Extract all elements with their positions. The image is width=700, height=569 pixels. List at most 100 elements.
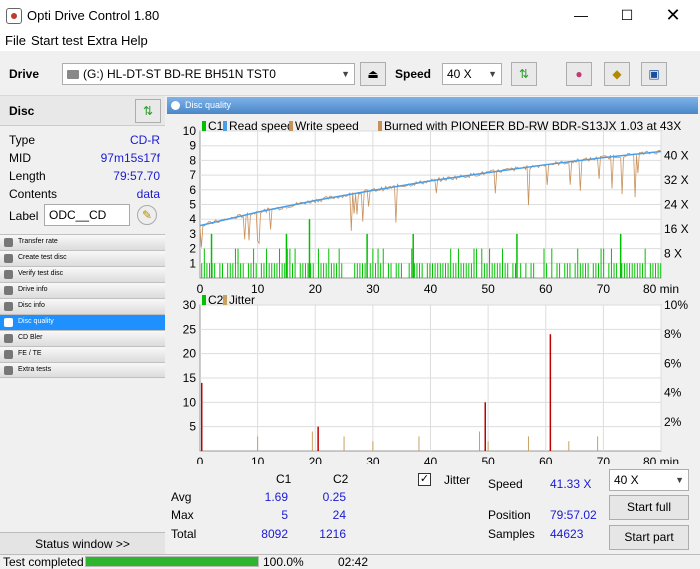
speed-select[interactable]: 40 X ▼ [442,63,502,85]
test-speed-select[interactable]: 40 X ▼ [609,469,689,491]
speed-result-label: Speed [488,477,523,491]
app-icon [6,8,22,24]
chart2-x-tick: 40 [424,455,438,464]
menu-extra[interactable]: Extra [87,33,117,48]
legend-c2-swatch [202,295,206,305]
chart1-x-tick: 40 [424,282,438,296]
legend-jitter-swatch [223,295,227,305]
position-value: 79:57.02 [550,508,597,522]
stats-total-c1: 8092 [261,527,288,541]
menu-start-test[interactable]: Start test [31,33,83,48]
stats-avg-label: Avg [171,490,192,504]
stats-total-label: Total [171,527,197,541]
nav-fe-te[interactable]: FE / TE [0,346,165,362]
disc-contents-value: data [136,187,160,201]
close-icon[interactable]: ✕ [650,0,696,31]
chart1-y-tick: 8 [189,153,196,167]
stats-max-c1: 5 [281,508,288,522]
nav-drive-info[interactable]: Drive info [0,282,165,298]
disc-type-value: CD-R [130,133,160,147]
chart1-y2-tick: 16 X [664,222,689,236]
save-button[interactable]: ▣ [641,62,667,86]
stats-col-c2: C2 [333,472,349,486]
jitter-checkbox[interactable]: ✓ [418,473,431,486]
erase-button[interactable]: ● [566,62,592,86]
chart2-y-tick: 5 [189,420,196,434]
chart2-y-tick: 10 [183,395,197,409]
legend-write-speed: Write speed [295,119,359,133]
disc-length-value: 79:57.70 [113,169,160,183]
chart1-y2-tick: 24 X [664,198,689,212]
start-full-button[interactable]: Start full [609,495,689,520]
chart1-y-tick: 7 [189,168,196,182]
stats-total-c2: 1216 [319,527,346,541]
charts: 12345678910 8 X16 X24 X32 X40 X 0 10 20 30 4… [183,119,689,464]
chart2-y-tick: 20 [183,347,197,361]
legend-c2: C2 [208,293,224,307]
chart1-y2-tick: 8 X [664,247,682,261]
chart1-x-tick: 70 [597,282,611,296]
status-text: Test completed [3,555,84,569]
chart2-x-tick: 70 [597,455,611,464]
legend-c1-swatch [202,121,206,131]
maximize-icon[interactable]: ☐ [604,0,650,31]
jitter-checkbox-label: Jitter [444,473,471,487]
nav-create-test-disc[interactable]: Create test disc [0,250,165,266]
chart2-y2-tick: 6% [664,356,682,370]
drive-icon [67,70,79,80]
refresh-speed-button[interactable]: ⇅ [511,62,537,86]
drive-label: Drive [9,67,40,81]
stats-avg-c2: 0.25 [322,490,346,504]
stats-avg-c1: 1.69 [264,490,288,504]
chart1-y-tick: 2 [189,242,196,256]
chart2-y2-ticks: 2% 4% 6% 8% 10% [664,298,688,429]
stats-col-c1: C1 [276,472,292,486]
nav-disc-quality[interactable]: Disc quality [0,314,165,330]
disc-quality-icon [171,101,180,110]
legend-read-swatch [223,121,227,131]
chart1-x-tick: 0 [197,282,204,296]
minimize-icon[interactable]: — [558,0,604,31]
copy-button[interactable]: ◆ [604,62,630,86]
disc-mid-value: 97m15s17f [100,151,160,165]
chart1-x-ticks: 0 10 20 30 40 50 60 70 80 min [197,282,679,296]
chart1-y-tick: 10 [183,124,197,138]
nav-verify-test-disc[interactable]: Verify test disc [0,266,165,282]
legend-c1: C1 [208,119,224,133]
chart2-x-tick: 60 [539,455,553,464]
window-title: Opti Drive Control 1.80 [27,8,160,23]
nav-transfer-rate[interactable]: Transfer rate [0,234,165,250]
test-speed-value: 40 X [614,473,639,487]
disc-label-input[interactable]: ODC__CD [44,204,130,226]
chart2-y2-tick: 4% [664,386,682,400]
eject-button[interactable]: ⏏ [360,62,386,86]
nav-disc-info[interactable]: Disc info [0,298,165,314]
legend-jitter: Jitter [229,293,255,307]
drive-select[interactable]: (G:) HL-DT-ST BD-RE BH51N TST0 ▼ [62,63,355,85]
stats-max-label: Max [171,508,194,522]
chevron-down-icon: ▼ [341,69,350,79]
chevron-down-icon: ▼ [488,69,497,79]
progress-percent: 100.0% [263,555,304,569]
chart1-x-tick: 30 [366,282,380,296]
chart2-x-tick: 20 [309,455,323,464]
chart1-y2-tick: 40 X [664,149,689,163]
menu-file[interactable]: File [5,33,26,48]
disc-refresh-button[interactable]: ⇅ [135,99,161,123]
nav-extra-tests[interactable]: Extra tests [0,362,165,378]
chart1-y-tick: 5 [189,198,196,212]
start-part-button[interactable]: Start part [609,525,689,550]
label-edit-icon[interactable]: ✎ [137,205,157,225]
status-window-button[interactable]: Status window >> [0,532,165,554]
chart2-x-ticks: 0 10 20 30 40 50 60 70 80 min [197,455,679,464]
nav-cd-bler[interactable]: CD Bler [0,330,165,346]
progress-fill [86,557,258,566]
chart2-y-tick: 15 [183,371,197,385]
legend-burn-swatch [378,121,382,131]
chart2-y2-tick: 2% [664,415,682,429]
menu-help[interactable]: Help [121,33,148,48]
elapsed-time: 02:42 [338,555,369,569]
chart1-x-tick: 20 [309,282,323,296]
chart2-x-tick: 10 [251,455,265,464]
progress-bar [85,556,259,567]
